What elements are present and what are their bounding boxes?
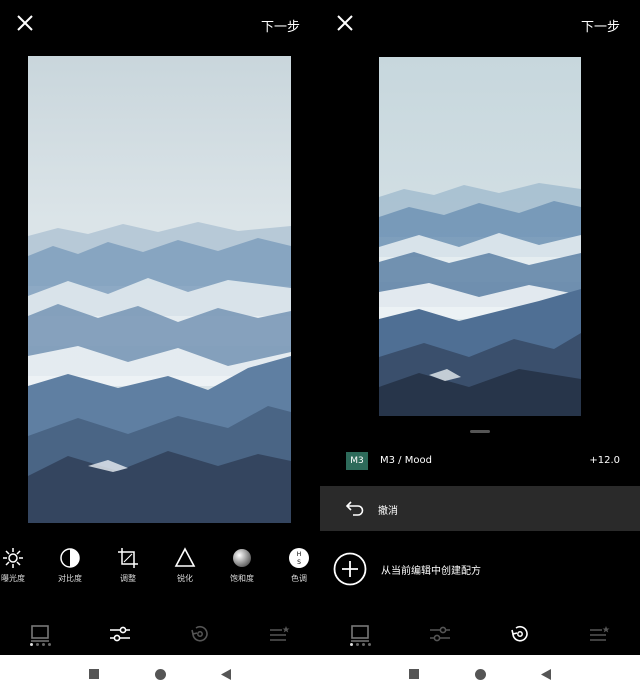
tool-label: 调整	[120, 574, 136, 583]
triangle-back-icon	[221, 668, 231, 680]
preset-strength-value: +12.0	[589, 455, 620, 466]
history-icon	[191, 625, 208, 642]
tool-adjust[interactable]: 调整	[106, 545, 150, 584]
bottom-nav	[320, 615, 640, 655]
recents-button[interactable]	[406, 666, 422, 682]
applied-recipe-row[interactable]: M3 M3 / Mood +12.0	[320, 448, 640, 476]
sheet-drag-handle[interactable]	[470, 430, 490, 433]
recipes-icon	[590, 626, 610, 641]
tool-label: 对比度	[58, 574, 82, 583]
undo-label: 撤消	[378, 506, 398, 517]
tool-label: 色调	[291, 574, 307, 583]
nav-history[interactable]	[180, 621, 220, 647]
preset-badge: M3	[346, 452, 368, 470]
circle-icon	[474, 668, 486, 680]
undo-icon	[346, 501, 364, 516]
bottom-nav	[0, 615, 320, 655]
undo-button[interactable]: 撤消	[320, 486, 640, 531]
next-button[interactable]: 下一步	[261, 16, 300, 35]
editor-panel-right: 下一步 M3 M3 / Mood +12.0 撤消 从当前编辑中创建配方	[320, 0, 640, 655]
preset-name: M3 / Mood	[380, 455, 432, 466]
circle-icon	[154, 668, 166, 680]
close-icon[interactable]	[336, 14, 354, 32]
gallery-icon	[31, 625, 49, 642]
tool-sharpen[interactable]: 锐化	[163, 545, 207, 584]
tool-saturation[interactable]: 饱和度	[220, 545, 264, 584]
nav-sliders[interactable]	[420, 621, 460, 647]
nav-sliders[interactable]	[100, 621, 140, 647]
svg-text:S: S	[297, 559, 301, 566]
hsl-icon: H S	[289, 548, 309, 568]
adjustment-toolbar: 曝光度 对比度 调整 锐化 饱和度 H S 色调	[0, 545, 320, 590]
next-button[interactable]: 下一步	[581, 16, 620, 35]
triangle-back-icon	[541, 668, 551, 680]
photo-preview	[379, 57, 581, 416]
photo-preview	[28, 56, 291, 523]
recents-button[interactable]	[86, 666, 102, 682]
sliders-icon	[110, 626, 130, 642]
tool-exposure[interactable]: 曝光度	[0, 545, 35, 584]
home-button[interactable]	[152, 666, 168, 682]
home-button[interactable]	[472, 666, 488, 682]
page-dots	[350, 643, 371, 646]
back-button[interactable]	[218, 666, 234, 682]
contrast-icon	[60, 548, 80, 568]
history-icon	[511, 625, 528, 642]
editor-panel-left: 下一步 曝光度 对比度 调整 锐化 饱和度 H S 色调	[0, 0, 320, 655]
exposure-icon	[3, 548, 23, 568]
tool-contrast[interactable]: 对比度	[48, 545, 92, 584]
sliders-icon	[430, 626, 450, 642]
gallery-icon	[351, 625, 369, 642]
close-icon[interactable]	[16, 14, 34, 32]
create-recipe-button[interactable]: 从当前编辑中创建配方	[320, 548, 640, 588]
create-recipe-label: 从当前编辑中创建配方	[381, 566, 481, 577]
system-nav-bar	[0, 655, 640, 693]
recipes-icon	[270, 626, 290, 641]
tool-hsl[interactable]: H S 色调	[277, 545, 320, 584]
crop-icon	[118, 548, 138, 568]
saturation-icon	[233, 549, 251, 567]
svg-text:H: H	[297, 551, 302, 558]
nav-recipes[interactable]	[580, 621, 620, 647]
nav-recipes[interactable]	[260, 621, 300, 647]
nav-history[interactable]	[500, 621, 540, 647]
square-icon	[89, 669, 99, 679]
tool-label: 饱和度	[230, 574, 254, 583]
back-button[interactable]	[538, 666, 554, 682]
plus-icon	[333, 552, 367, 586]
page-dots	[30, 643, 51, 646]
tool-label: 锐化	[177, 574, 193, 583]
tool-label: 曝光度	[1, 574, 25, 583]
square-icon	[409, 669, 419, 679]
sharpen-icon	[174, 547, 196, 567]
